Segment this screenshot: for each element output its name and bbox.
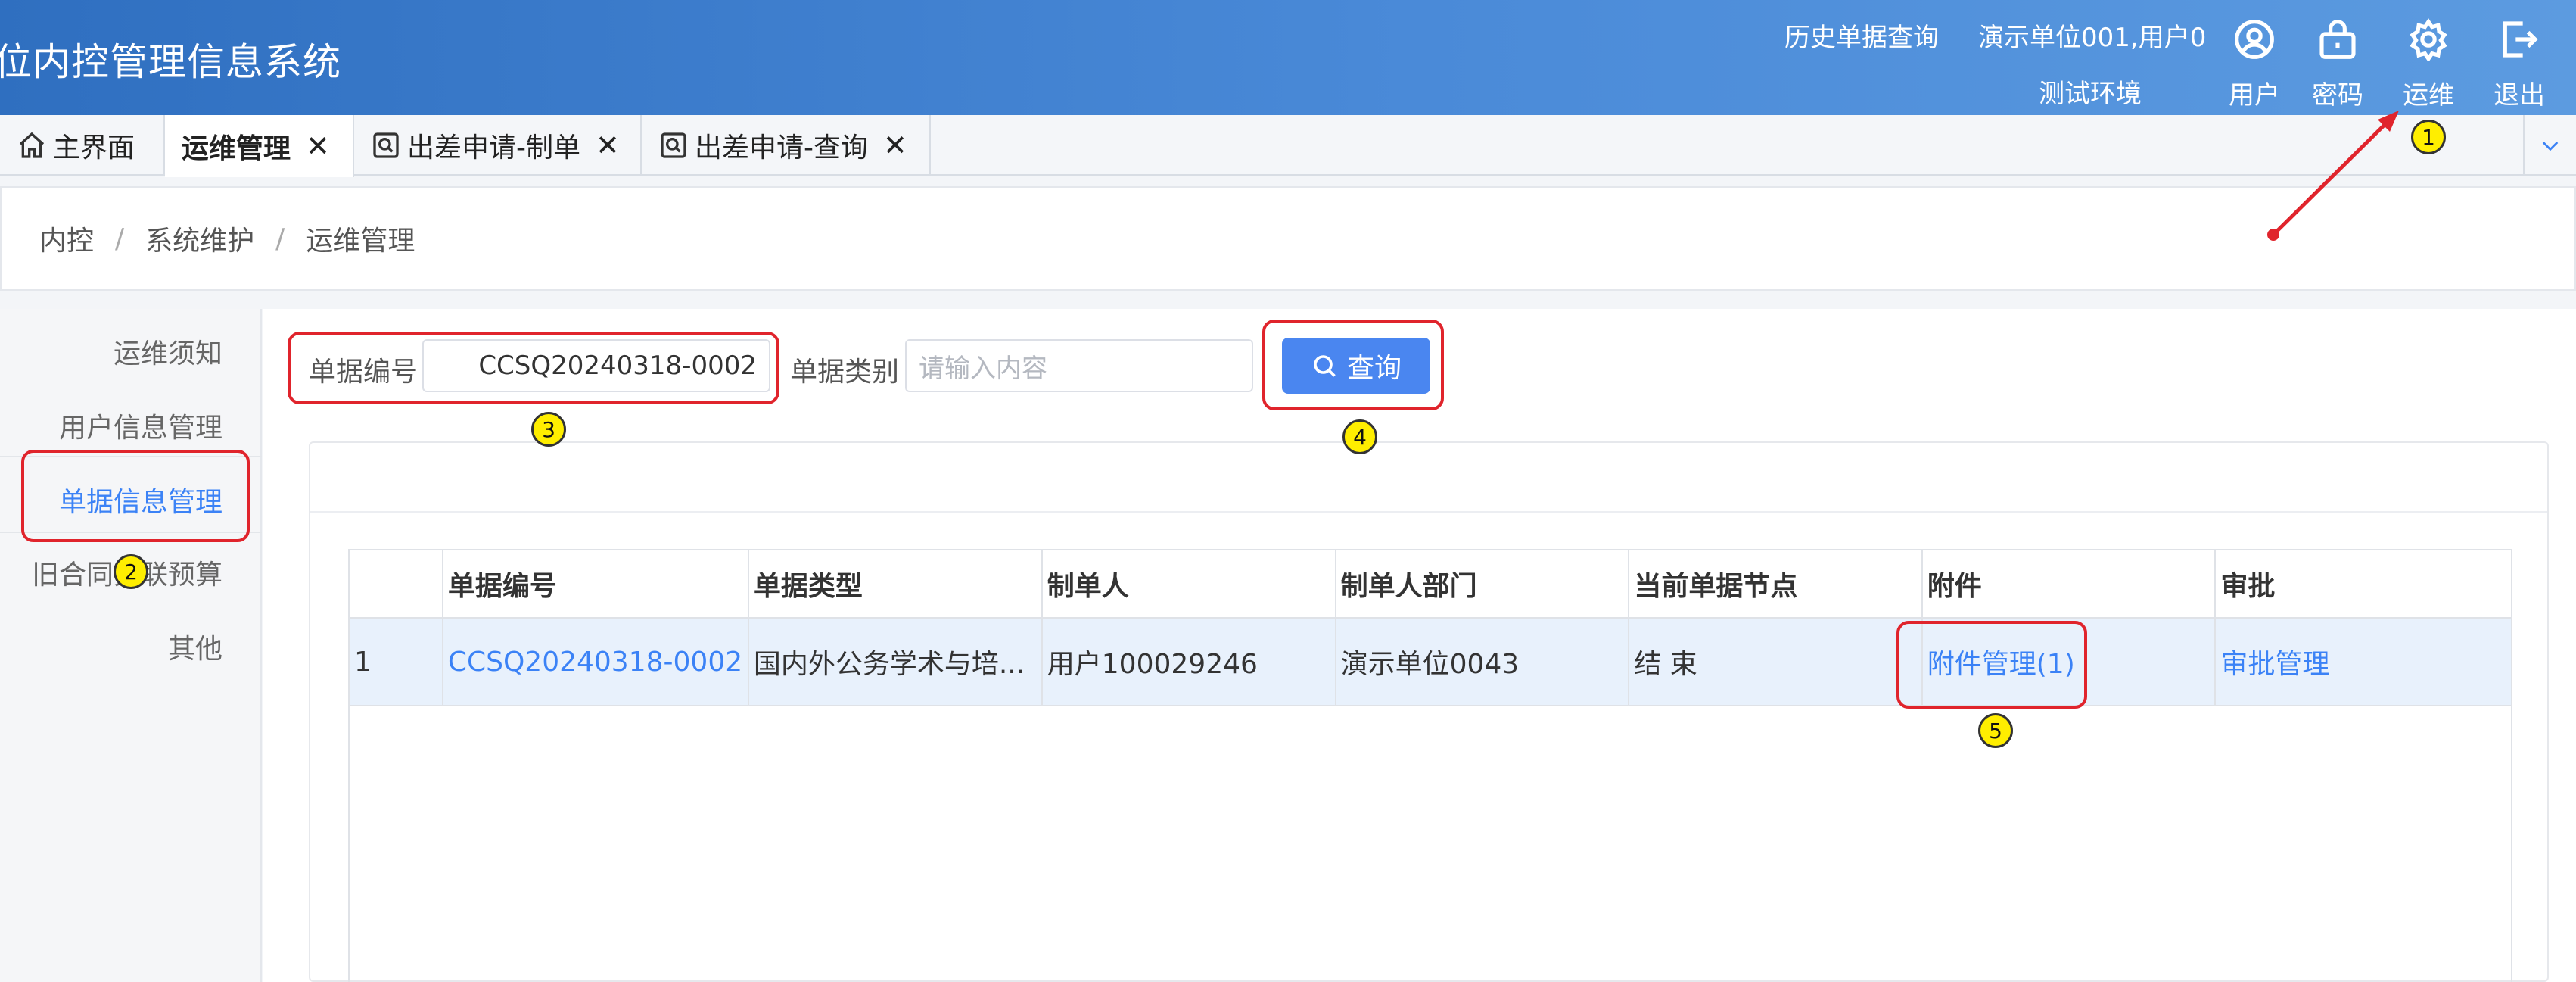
annotation-marker-3: 3: [531, 412, 566, 447]
annotation-marker-4: 4: [1342, 419, 1377, 454]
highlight-doc-no-field: [288, 332, 779, 404]
annotation-marker-2: 2: [114, 554, 148, 589]
highlight-query-button: [1262, 320, 1444, 410]
highlight-attachment-link: [1896, 621, 2087, 709]
annotation-marker-5: 5: [1978, 713, 2013, 748]
highlight-sidebar-doc-info: [21, 450, 250, 542]
app-root: 位内控管理信息系统 历史单据查询 演示单位001,用户0 测试环境 用户 密码 …: [0, 0, 2576, 982]
annotation-arrow: [2267, 111, 2399, 241]
annotation-marker-1: 1: [2411, 120, 2446, 154]
